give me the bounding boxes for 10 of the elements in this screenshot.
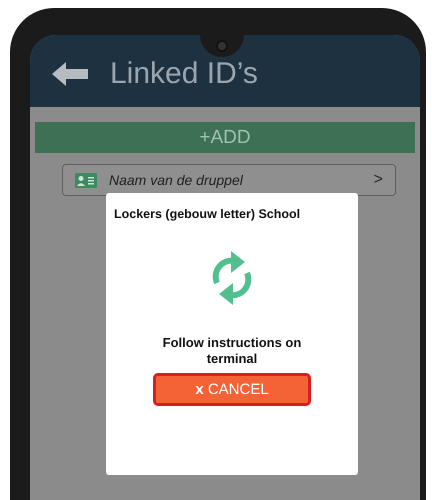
- chevron: >: [374, 171, 383, 189]
- linked-id-item[interactable]: Naam van de druppel >: [62, 164, 396, 196]
- dialog-title: Lockers (gebouw letter) School: [114, 207, 300, 221]
- item-label: Naam van de druppel: [109, 172, 244, 188]
- id-card-icon: [75, 172, 97, 188]
- page-title: Linked ID’s: [110, 57, 258, 91]
- back-arrow-icon[interactable]: [52, 62, 88, 86]
- dialog-message: Follow instructions on terminal: [162, 335, 302, 367]
- add-button[interactable]: +ADD: [35, 122, 415, 153]
- cancel-button[interactable]: x CANCEL: [153, 373, 311, 406]
